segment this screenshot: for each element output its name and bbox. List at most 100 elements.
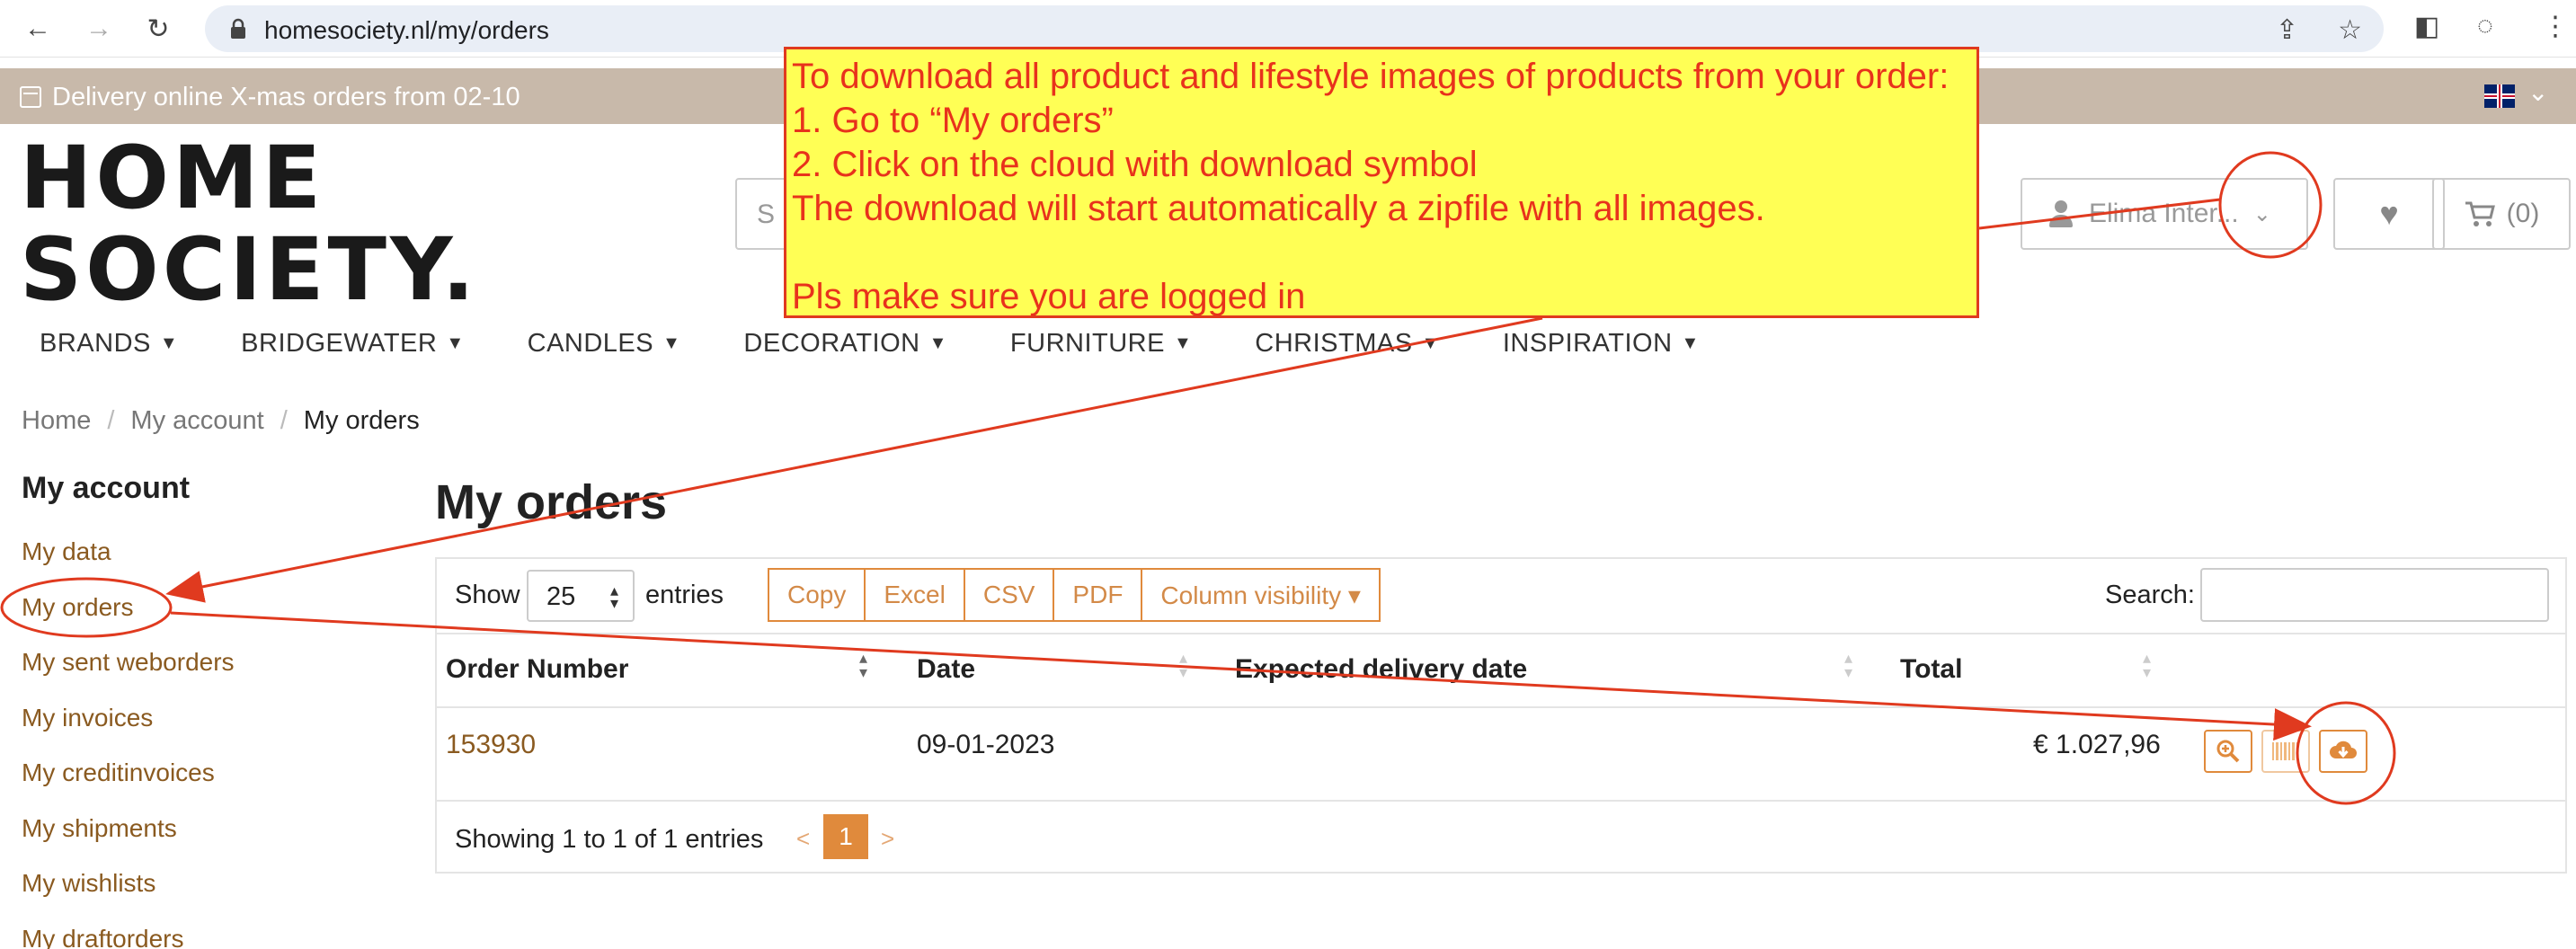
annotation-callout: To download all product and lifestyle im… xyxy=(784,47,1979,318)
sidebar-item-my-wishlists[interactable]: My wishlists xyxy=(22,867,235,923)
nav-item-christmas[interactable]: CHRISTMAS ▼ xyxy=(1255,329,1440,359)
table-search-label: Search: xyxy=(2105,581,2195,609)
chevron-down-icon: ▼ xyxy=(1681,333,1700,353)
menu-kebab-icon[interactable]: ⋮ xyxy=(2542,11,2569,42)
download-images-button[interactable] xyxy=(2319,730,2367,773)
sort-icon[interactable]: ▴ ▾ xyxy=(1844,650,1852,680)
sidebar-item-my-invoices[interactable]: My invoices xyxy=(22,702,235,758)
share-icon[interactable]: ⇪ xyxy=(2276,14,2298,46)
nav-item-inspiration[interactable]: INSPIRATION ▼ xyxy=(1503,329,1700,359)
sort-desc-icon[interactable]: ▴ ▾ xyxy=(859,650,867,680)
lock-icon xyxy=(231,18,245,39)
url-text: homesociety.nl/my/orders xyxy=(264,16,549,44)
nav-item-decoration[interactable]: DECORATION ▼ xyxy=(743,329,947,359)
divider xyxy=(437,633,2565,634)
entries-value: 25 xyxy=(546,582,576,611)
extension-icon[interactable]: ◌ xyxy=(2477,11,2493,41)
cloud-download-icon xyxy=(2330,741,2357,758)
column-header-date[interactable]: Date xyxy=(917,654,975,685)
column-header-total[interactable]: Total xyxy=(1900,654,1962,685)
chevron-down-icon: ▼ xyxy=(1173,333,1193,353)
barcode-icon xyxy=(2272,742,2298,760)
entries-label: entries xyxy=(645,581,724,609)
nav-item-bridgewater[interactable]: BRIDGEWATER ▼ xyxy=(241,329,464,359)
breadcrumb: Home / My account / My orders xyxy=(22,406,420,436)
sidebar-item-my-creditinvoices[interactable]: My creditinvoices xyxy=(22,757,235,812)
export-buttons: Copy Excel CSV PDF Column visibility ▾ xyxy=(768,568,1381,622)
column-visibility-button[interactable]: Column visibility ▾ xyxy=(1141,568,1381,622)
notice-text: Delivery online X-mas orders from 02-10 xyxy=(52,83,520,111)
show-label: Show xyxy=(455,581,520,609)
excel-button[interactable]: Excel xyxy=(864,568,965,622)
breadcrumb-my-account[interactable]: My account xyxy=(130,406,263,436)
csv-button[interactable]: CSV xyxy=(963,568,1055,622)
logo-line-1: HOME xyxy=(20,128,325,228)
main-nav: BRANDS ▼ BRIDGEWATER ▼ CANDLES ▼ DECORATION… xyxy=(40,329,1700,359)
column-header-expected-delivery[interactable]: Expected delivery date xyxy=(1235,654,1527,685)
sort-icon[interactable]: ▴ ▾ xyxy=(1179,650,1187,680)
annotation-line xyxy=(792,231,1976,275)
pdf-button[interactable]: PDF xyxy=(1053,568,1143,622)
chevron-down-icon: ▼ xyxy=(446,333,465,353)
cart-count: (0) xyxy=(2506,199,2540,228)
sidebar-menu: My data My orders My sent weborders My i… xyxy=(22,536,235,949)
sidebar-item-my-draftorders[interactable]: My draftorders xyxy=(22,923,235,949)
column-header-order-number[interactable]: Order Number xyxy=(446,654,628,685)
annotation-line: The download will start automatically a … xyxy=(792,189,1765,228)
select-arrows-icon: ▴ ▾ xyxy=(609,581,618,612)
order-total: € 1.027,96 xyxy=(2033,730,2161,759)
zoom-in-icon xyxy=(2216,740,2240,763)
nav-item-candles[interactable]: CANDLES ▼ xyxy=(528,329,681,359)
annotation-line: Pls make sure you are logged in xyxy=(792,277,1306,316)
wishlist-button[interactable]: ♥ xyxy=(2333,178,2445,250)
user-icon xyxy=(2047,200,2074,227)
sidebar-item-my-sent-weborders[interactable]: My sent weborders xyxy=(22,646,235,702)
pager-next[interactable]: > xyxy=(881,825,894,853)
sidebar-item-my-orders[interactable]: My orders xyxy=(22,591,235,647)
divider xyxy=(437,800,2565,802)
chevron-down-icon: ⌄ xyxy=(2252,201,2271,226)
annotation-line: 1. Go to “My orders” xyxy=(792,101,1114,140)
sidebar-item-my-shipments[interactable]: My shipments xyxy=(22,812,235,868)
copy-button[interactable]: Copy xyxy=(768,568,866,622)
nav-item-furniture[interactable]: FURNITURE ▼ xyxy=(1010,329,1192,359)
cart-button[interactable]: (0) xyxy=(2432,178,2571,250)
back-icon[interactable]: ← xyxy=(20,11,56,47)
sort-icon[interactable]: ▴ ▾ xyxy=(2143,650,2151,680)
page-title: My orders xyxy=(435,475,668,529)
uk-flag-icon[interactable] xyxy=(2484,84,2515,108)
chevron-down-icon[interactable]: ⌄ xyxy=(2527,77,2548,107)
side-panel-icon[interactable]: ◧ xyxy=(2414,11,2439,42)
chevron-down-icon: ▼ xyxy=(1421,333,1440,353)
bookmark-star-icon[interactable]: ☆ xyxy=(2338,14,2362,46)
chevron-down-icon: ▼ xyxy=(928,333,947,353)
sidebar-item-my-data[interactable]: My data xyxy=(22,536,235,591)
order-number-link[interactable]: 153930 xyxy=(446,730,536,760)
table-search-input[interactable] xyxy=(2200,568,2549,622)
arrow-callout-to-my-orders xyxy=(165,316,1543,603)
view-order-button[interactable] xyxy=(2204,730,2252,773)
account-label: Elima Inter... xyxy=(2089,199,2239,228)
cart-icon xyxy=(2465,201,2495,226)
address-bar[interactable]: homesociety.nl/my/orders ⇪ ☆ xyxy=(205,5,2384,52)
nav-item-brands[interactable]: BRANDS ▼ xyxy=(40,329,178,359)
breadcrumb-home[interactable]: Home xyxy=(22,406,91,436)
chevron-down-icon: ▼ xyxy=(662,333,681,353)
pager-previous[interactable]: < xyxy=(796,825,810,853)
divider xyxy=(437,706,2565,708)
breadcrumb-current: My orders xyxy=(303,406,420,435)
pager-page-1[interactable]: 1 xyxy=(823,814,868,859)
calendar-icon xyxy=(20,86,41,108)
forward-icon[interactable]: → xyxy=(81,11,117,47)
search-placeholder: S xyxy=(757,200,776,229)
logo[interactable]: HOME SOCIETY. xyxy=(20,135,478,313)
entries-select[interactable]: 25 ▴ ▾ xyxy=(527,570,635,622)
order-date: 09-01-2023 xyxy=(917,730,1055,759)
table-info: Showing 1 to 1 of 1 entries xyxy=(455,825,764,854)
reload-icon[interactable]: ↻ xyxy=(140,11,176,47)
annotation-line: 2. Click on the cloud with download symb… xyxy=(792,145,1478,184)
logo-line-2: SOCIETY. xyxy=(20,219,479,320)
heart-icon: ♥ xyxy=(2379,195,2399,232)
account-dropdown-button[interactable]: Elima Inter... ⌄ xyxy=(2021,178,2308,250)
barcode-button[interactable] xyxy=(2261,730,2310,773)
